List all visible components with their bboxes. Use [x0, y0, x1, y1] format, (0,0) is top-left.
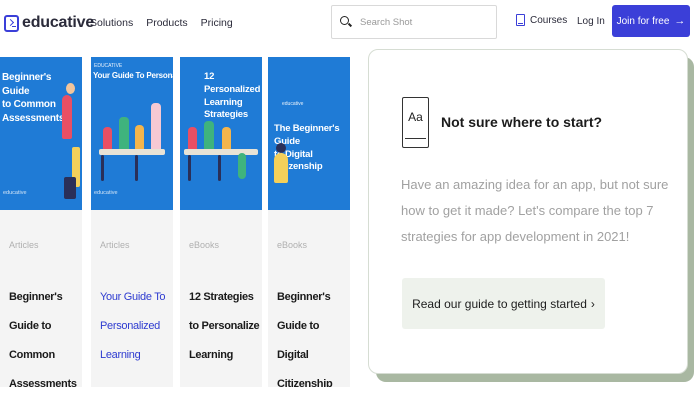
- search-box[interactable]: [331, 5, 497, 39]
- figure-illustration: [274, 153, 288, 183]
- thumbnail-title: 12 Personalized Learning Strategies: [204, 71, 261, 121]
- student-illustration: [119, 117, 129, 149]
- nav-products[interactable]: Products: [146, 17, 187, 29]
- card-thumbnail: Beginner's Guide to Common Assessments e…: [0, 57, 82, 210]
- logo-text: educative: [22, 14, 95, 31]
- figure-illustration: [62, 95, 72, 139]
- resource-card[interactable]: educative The Beginner's Guide to Digita…: [268, 57, 350, 387]
- book-icon: [516, 14, 525, 26]
- top-navigation-bar: educative Solutions Products Pricing Cou…: [0, 0, 700, 45]
- resource-cards: Beginner's Guide to Common Assessments e…: [0, 57, 350, 400]
- card-title-link[interactable]: Your Guide To Personalized Learning: [100, 283, 172, 370]
- courses-label: Courses: [530, 14, 568, 26]
- desk-illustration: [184, 149, 258, 155]
- chair-illustration: [135, 155, 138, 181]
- educative-logo[interactable]: educative: [4, 12, 94, 34]
- card-title[interactable]: 12 Strategies to Personalize Learning: [189, 283, 261, 370]
- nav-pricing[interactable]: Pricing: [201, 17, 233, 29]
- search-icon: [340, 16, 352, 28]
- chair-illustration: [188, 155, 191, 181]
- teacher-illustration: [151, 103, 161, 149]
- card-thumbnail: EDUCATIVE Your Guide To Personalized Lea…: [91, 57, 173, 210]
- student-illustration: [135, 125, 144, 149]
- card-title[interactable]: Beginner's Guide to Common Assessments: [9, 283, 81, 387]
- nav-solutions[interactable]: Solutions: [90, 17, 133, 29]
- figure-head: [276, 143, 286, 153]
- dictionary-icon: Aa: [402, 97, 429, 148]
- card-thumbnail: 12 Personalized Learning Strategies: [180, 57, 262, 210]
- desk-illustration: [99, 149, 165, 155]
- card-type: Articles: [100, 240, 130, 250]
- join-for-free-button[interactable]: Join for free →: [612, 5, 690, 37]
- resource-card[interactable]: Beginner's Guide to Common Assessments e…: [0, 57, 82, 387]
- thumbnail-title: Your Guide To Personalized Learning: [93, 71, 173, 80]
- student-illustration: [204, 121, 214, 149]
- courses-link[interactable]: Courses: [516, 14, 567, 26]
- thumbnail-brand: educative: [94, 190, 118, 196]
- resource-card[interactable]: EDUCATIVE Your Guide To Personalized Lea…: [91, 57, 173, 387]
- card-thumbnail: educative The Beginner's Guide to Digita…: [268, 57, 350, 210]
- login-link[interactable]: Log In: [577, 16, 605, 27]
- thumbnail-brand: educative: [3, 190, 27, 196]
- resource-card[interactable]: 12 Personalized Learning Strategies eBoo…: [180, 57, 262, 387]
- card-type: eBooks: [277, 240, 308, 250]
- chair-illustration: [218, 155, 221, 181]
- chevron-right-icon: ›: [590, 296, 595, 311]
- card-type: Articles: [9, 240, 39, 250]
- student-illustration: [103, 127, 112, 149]
- card-title[interactable]: Beginner's Guide to Digital Citizenship: [277, 283, 349, 387]
- promo-title: Not sure where to start?: [441, 114, 603, 130]
- student-illustration: [222, 127, 231, 149]
- chair-illustration: [101, 155, 104, 181]
- search-input[interactable]: [360, 16, 490, 28]
- figure-head: [66, 83, 75, 94]
- join-label: Join for free: [616, 15, 670, 27]
- arrow-right-icon: →: [674, 15, 686, 27]
- terminal-logo-icon: [4, 14, 19, 32]
- read-guide-button[interactable]: Read our guide to getting started ›: [402, 278, 605, 329]
- thumbnail-brand: EDUCATIVE: [94, 63, 123, 69]
- promo-description: Have an amazing idea for an app, but not…: [401, 177, 669, 244]
- figure-illustration: [64, 177, 76, 199]
- main-nav: Solutions Products Pricing: [90, 17, 233, 29]
- cta-label: Read our guide to getting started: [412, 296, 587, 311]
- student-illustration: [188, 127, 197, 149]
- thumbnail-brand: educative: [282, 101, 304, 107]
- card-type: eBooks: [189, 240, 220, 250]
- plant-illustration: [238, 153, 246, 179]
